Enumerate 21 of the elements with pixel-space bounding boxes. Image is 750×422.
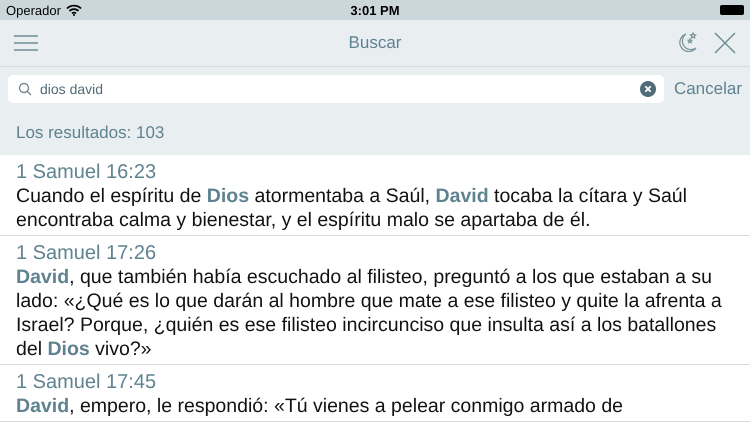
search-icon bbox=[18, 82, 32, 96]
close-icon[interactable] bbox=[714, 32, 736, 54]
menu-icon[interactable] bbox=[14, 35, 38, 51]
result-item[interactable]: 1 Samuel 17:45 David, empero, le respondió: «Tú vienes a pelear conmigo armado de bbox=[0, 365, 750, 422]
status-time: 3:01 PM bbox=[350, 2, 400, 18]
result-item[interactable]: 1 Samuel 16:23 Cuando el espíritu de Dios atormentaba a Saúl, David tocaba la cítara y Saúl encontraba calma y bienestar, y el espíritu malo se apartaba de él. bbox=[0, 155, 750, 236]
results-count: Los resultados: 103 bbox=[0, 110, 750, 155]
verse-reference: 1 Samuel 17:45 bbox=[16, 370, 158, 394]
nav-title: Buscar bbox=[348, 33, 402, 53]
verse-text: David, que también había escuchado al filisteo, preguntó a los que estaban a su lado: «¿Qué es lo que darán al hombre que mate a ese filisteo y quite la afrenta a Israel? Porque, ¿quién es ese filisteo incircunciso que insulta así a los batallones del Dios vivo?» bbox=[16, 265, 723, 361]
search-value: dios david bbox=[40, 80, 104, 96]
search-field[interactable]: dios david bbox=[8, 74, 664, 102]
cancel-button[interactable]: Cancelar bbox=[674, 78, 742, 98]
clear-icon[interactable] bbox=[640, 80, 656, 96]
carrier-name: Operador bbox=[6, 2, 61, 18]
verse-reference: 1 Samuel 16:23 bbox=[16, 160, 158, 184]
verse-reference: 1 Samuel 17:26 bbox=[16, 241, 158, 265]
battery-icon bbox=[720, 5, 744, 15]
verse-text: David, empero, le respondió: «Tú vienes a pelear conmigo armado de bbox=[16, 394, 624, 418]
wifi-icon bbox=[66, 4, 82, 16]
verse-text: Cuando el espíritu de Dios atormentaba a Saúl, David tocaba la cítara y Saúl encontraba calma y bienestar, y el espíritu malo se apartaba de él. bbox=[16, 184, 688, 232]
